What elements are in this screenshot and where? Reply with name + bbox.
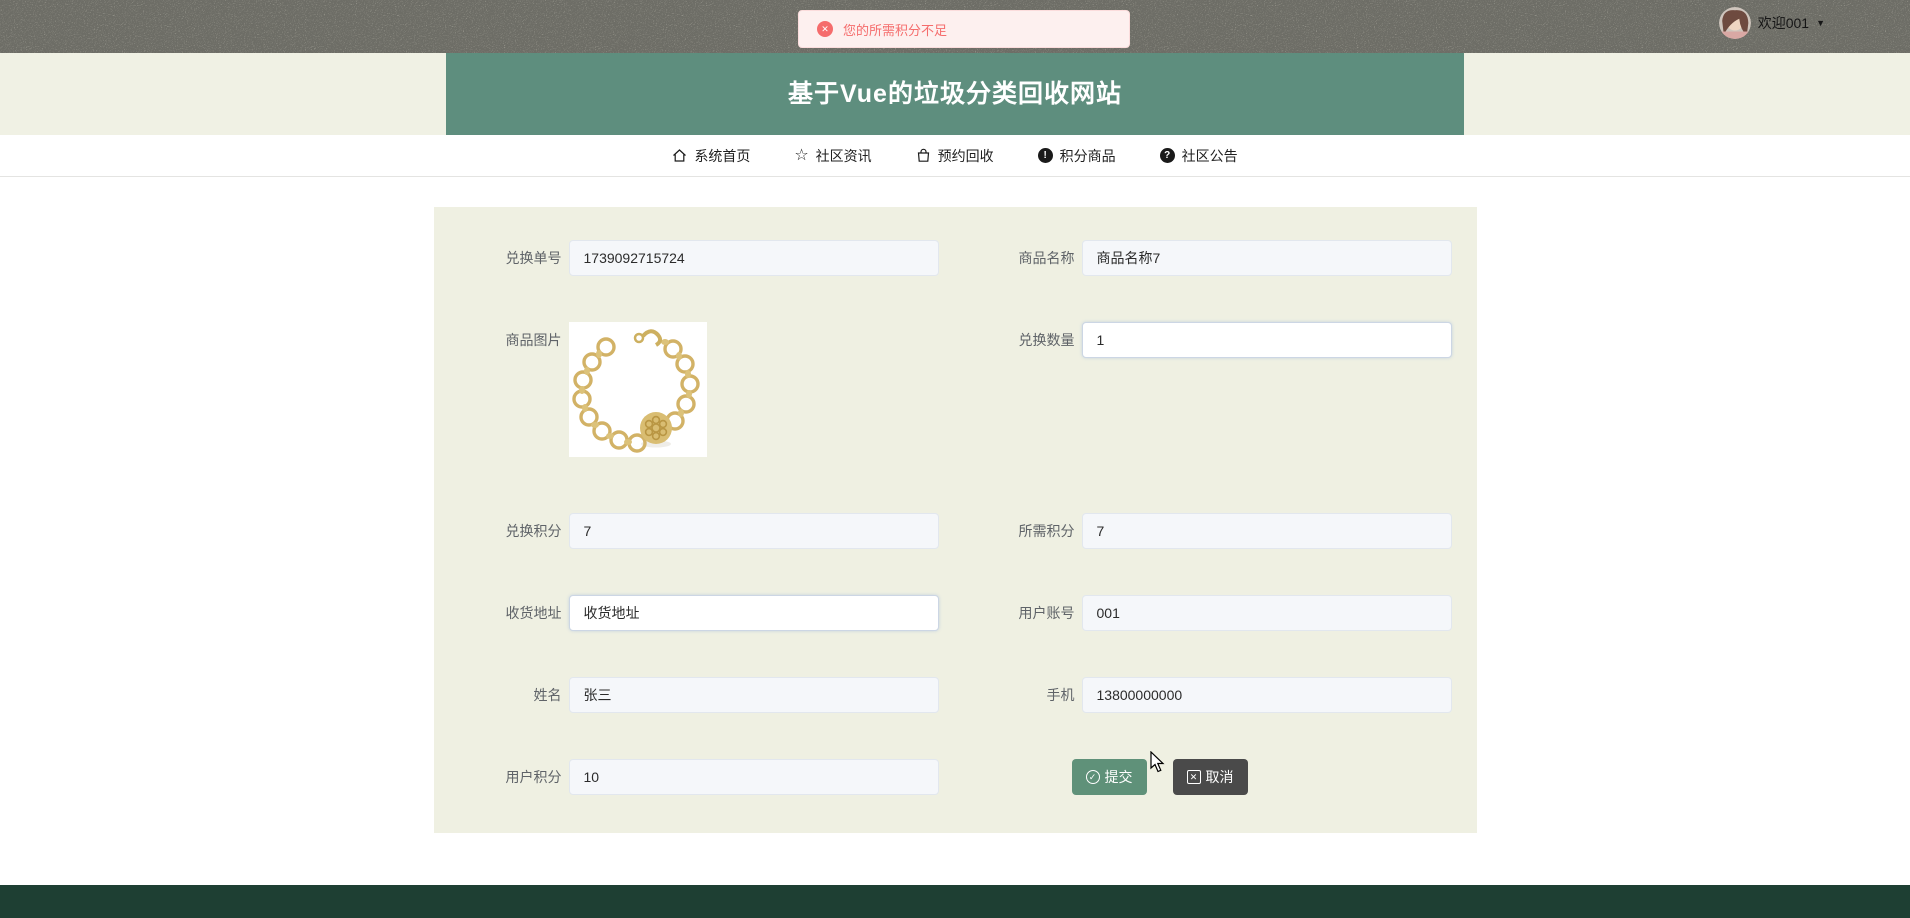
nav-label: 社区资讯 [815, 147, 872, 164]
name-input[interactable] [568, 677, 939, 713]
star-icon: ☆ [794, 147, 809, 164]
field-name: 姓名 [434, 677, 939, 713]
account-input[interactable] [1081, 595, 1452, 631]
form-actions: ✓ 提交 ✕ 取消 [947, 759, 1452, 795]
field-product-name: 商品名称 [947, 240, 1452, 276]
required-points-label: 所需积分 [1018, 523, 1075, 539]
user-menu[interactable]: 欢迎001 ▼ [1718, 7, 1825, 39]
question-circle-icon: ? [1159, 148, 1175, 163]
exchange-points-label: 兑换积分 [505, 523, 562, 539]
footer [0, 885, 1910, 918]
phone-input[interactable] [1081, 677, 1452, 713]
field-phone: 手机 [947, 677, 1452, 713]
circle-check-icon: ✓ [1085, 770, 1100, 784]
cancel-label: 取消 [1205, 769, 1234, 785]
bag-icon [917, 148, 929, 162]
nav-item-home[interactable]: 系统首页 [664, 146, 758, 166]
order-no-input[interactable] [568, 240, 939, 276]
field-account: 用户账号 [947, 595, 1452, 631]
nav-item-points-goods[interactable]: ! 积分商品 [1030, 146, 1124, 166]
product-name-label: 商品名称 [1018, 250, 1075, 266]
exchange-form-panel: 兑换单号 商品名称 商品图片 [433, 207, 1477, 833]
mouse-cursor [1150, 751, 1165, 773]
error-toast: ✕ 您的所需积分不足 [798, 10, 1130, 48]
nav-item-recycle[interactable]: 预约回收 [908, 146, 1002, 166]
error-circle-icon: ✕ [817, 21, 833, 37]
phone-label: 手机 [1046, 687, 1075, 703]
exchange-points-input[interactable] [568, 513, 939, 549]
welcome-text: 欢迎001 [1757, 15, 1810, 31]
nav-label: 预约回收 [937, 147, 994, 164]
quantity-input[interactable] [1081, 322, 1452, 358]
product-image-label: 商品图片 [505, 332, 562, 348]
name-label: 姓名 [533, 687, 562, 703]
submit-button[interactable]: ✓ 提交 [1071, 759, 1147, 795]
square-close-icon: ✕ [1186, 770, 1201, 784]
page: ✕ 您的所需积分不足 欢迎001 ▼ 基于Vue的垃圾分类回收网站 系统首页 ☆… [0, 0, 1910, 918]
top-texture-bar: ✕ 您的所需积分不足 欢迎001 ▼ 基于Vue的垃圾分类回收网站 [0, 0, 1910, 135]
address-input[interactable] [568, 595, 939, 631]
nav-label: 积分商品 [1059, 147, 1116, 164]
main-content: 兑换单号 商品名称 商品图片 [0, 207, 1910, 885]
site-title-bar: 基于Vue的垃圾分类回收网站 [446, 53, 1464, 135]
main-nav: 系统首页 ☆ 社区资讯 预约回收 ! 积分商品 ? 社区公告 [0, 135, 1910, 177]
user-points-label: 用户积分 [505, 769, 562, 785]
info-circle-icon: ! [1037, 148, 1053, 163]
quantity-label: 兑换数量 [1018, 332, 1075, 348]
field-product-image: 商品图片 [434, 322, 939, 457]
avatar[interactable] [1718, 7, 1751, 39]
cancel-button[interactable]: ✕ 取消 [1172, 759, 1248, 795]
nav-label: 系统首页 [694, 147, 751, 164]
product-name-input[interactable] [1081, 240, 1452, 276]
user-points-input[interactable] [568, 759, 939, 795]
field-address: 收货地址 [434, 595, 939, 631]
address-label: 收货地址 [505, 605, 562, 621]
chevron-down-icon[interactable]: ▼ [1816, 18, 1825, 28]
nav-item-news[interactable]: ☆ 社区资讯 [786, 146, 879, 166]
field-order-no: 兑换单号 [434, 240, 939, 276]
field-required-points: 所需积分 [947, 513, 1452, 549]
product-image [568, 322, 707, 457]
order-no-label: 兑换单号 [505, 250, 562, 266]
field-user-points: 用户积分 [434, 759, 939, 795]
account-label: 用户账号 [1018, 605, 1075, 621]
submit-label: 提交 [1104, 769, 1133, 785]
toast-message: 您的所需积分不足 [843, 22, 948, 38]
nav-label: 社区公告 [1181, 147, 1238, 164]
field-quantity: 兑换数量 [947, 322, 1452, 457]
field-exchange-points: 兑换积分 [434, 513, 939, 549]
required-points-input[interactable] [1081, 513, 1452, 549]
page-title: 基于Vue的垃圾分类回收网站 [788, 80, 1122, 108]
nav-item-announcements[interactable]: ? 社区公告 [1152, 146, 1246, 166]
home-icon [673, 149, 687, 162]
